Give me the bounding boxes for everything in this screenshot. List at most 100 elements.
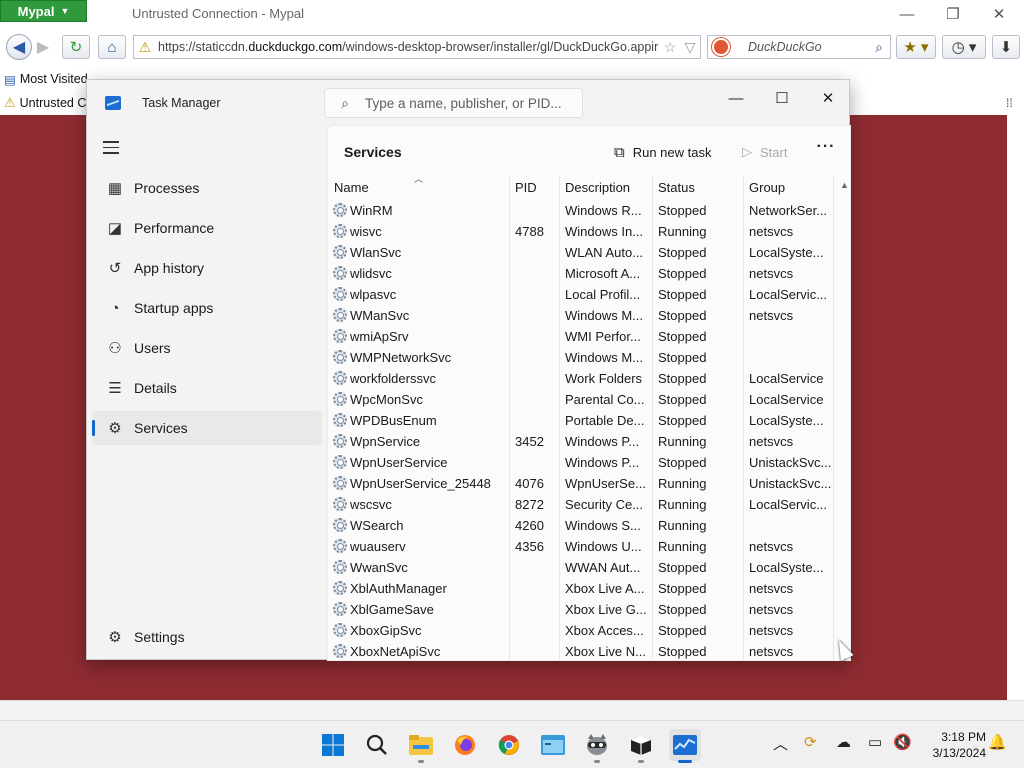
windows-start-icon[interactable] (317, 729, 349, 761)
service-name: wuauserv (350, 539, 406, 554)
hamburger-menu-icon[interactable] (103, 141, 119, 155)
forward-button[interactable]: ▶ (34, 34, 52, 60)
column-header-group[interactable]: Group (743, 176, 834, 200)
search-bar[interactable]: DuckDuckGo ⌕ (707, 35, 891, 59)
service-pid (509, 452, 559, 473)
table-row[interactable]: WinRM Windows R... Stopped NetworkSer... (328, 200, 834, 221)
nav-startup-apps-label: Startup apps (134, 300, 214, 316)
history-clock-icon: ↺ (108, 260, 122, 277)
display-icon[interactable]: ▭ (868, 733, 882, 751)
nav-settings[interactable]: ⚙ Settings (92, 620, 322, 654)
service-description: Windows In... (565, 224, 644, 239)
column-header-pid[interactable]: PID (509, 176, 559, 200)
task-manager-search[interactable]: ⌕ (324, 88, 583, 118)
nav-processes[interactable]: ▦ Processes (92, 171, 322, 205)
close-button[interactable]: ✕ (984, 4, 1014, 24)
bookmark-star-icon[interactable]: ☆ (660, 39, 680, 56)
start-service-button[interactable]: ▷ Start (742, 140, 787, 164)
clock[interactable]: 3:18 PM 3/13/2024 (916, 729, 986, 761)
raccoon-app-icon[interactable] (581, 729, 613, 763)
task-manager-icon[interactable] (669, 729, 701, 763)
nav-startup-apps[interactable]: ◔ Startup apps (92, 291, 322, 325)
table-row[interactable]: WPDBusEnum Portable De... Stopped LocalSyst… (328, 410, 834, 431)
table-row[interactable]: wlidsvc Microsoft A... Stopped netsvcs (328, 263, 834, 284)
tm-maximize-button[interactable]: ☐ (759, 84, 805, 112)
bookmark-most-visited[interactable]: Most Visited (20, 72, 88, 86)
nav-performance[interactable]: ◪ Performance (92, 211, 322, 245)
column-header-name[interactable]: Name (328, 176, 509, 200)
app-window-icon[interactable] (537, 729, 569, 761)
service-description: Microsoft A... (565, 266, 641, 281)
service-status: Running (658, 518, 707, 533)
table-scrollbar[interactable]: ▲ (836, 176, 850, 660)
table-row[interactable]: XboxNetApiSvc Xbox Live N... Stopped netsvc… (328, 641, 834, 660)
bookmarks-menu-button[interactable]: ★ ▾ (896, 35, 936, 59)
app-menu-button[interactable]: Mypal ▼ (0, 0, 87, 22)
service-group (743, 347, 834, 368)
tab-grid-icon[interactable]: ⁞⁞ (1006, 96, 1013, 110)
table-row[interactable]: XblAuthManager Xbox Live A... Stopped netsv… (328, 578, 834, 599)
minimize-button[interactable]: — (892, 4, 922, 24)
table-row[interactable]: WlanSvc WLAN Auto... Stopped LocalSyste... (328, 242, 834, 263)
table-header: ︿ Name PID Description Status Group (328, 174, 834, 200)
service-group: LocalServic... (749, 287, 828, 302)
run-new-task-button[interactable]: ⧉ Run new task (614, 140, 711, 164)
scroll-up-icon[interactable]: ▲ (840, 180, 849, 190)
table-row[interactable]: WMPNetworkSvc Windows M... Stopped (328, 347, 834, 368)
table-row[interactable]: wisvc 4788 Windows In... Running netsvcs (328, 221, 834, 242)
history-menu-button[interactable]: ◷ ▾ (942, 35, 986, 59)
table-row[interactable]: wmiApSrv WMI Perfor... Stopped (328, 326, 834, 347)
table-row[interactable]: WpnUserService Windows P... Stopped Unistac… (328, 452, 834, 473)
column-header-status[interactable]: Status (652, 176, 743, 200)
notification-bell-icon[interactable]: 🔔 (988, 733, 1007, 751)
search-icon[interactable] (361, 729, 393, 761)
table-row[interactable]: WManSvc Windows M... Stopped netsvcs (328, 305, 834, 326)
reload-button[interactable]: ↻ (62, 35, 90, 59)
table-row[interactable]: XblGameSave Xbox Live G... Stopped netsvcs (328, 599, 834, 620)
column-header-description[interactable]: Description (559, 176, 652, 200)
tm-close-button[interactable]: ✕ (805, 84, 851, 112)
page-scrollbar[interactable] (1007, 115, 1024, 700)
chrome-icon[interactable] (493, 729, 525, 761)
downloads-button[interactable]: ⬇ (992, 35, 1020, 59)
volume-muted-icon[interactable]: 🔇 (893, 733, 912, 751)
service-description: Portable De... (565, 413, 645, 428)
nav-users[interactable]: ⚇ Users (92, 331, 322, 365)
nav-services[interactable]: ⚙ Services (92, 411, 322, 445)
table-row[interactable]: wlpasvc Local Profil... Stopped LocalServic… (328, 284, 834, 305)
search-icon[interactable]: ⌕ (868, 39, 890, 56)
nav-app-history[interactable]: ↺ App history (92, 251, 322, 285)
table-row[interactable]: XboxGipSvc Xbox Acces... Stopped netsvcs (328, 620, 834, 641)
search-input[interactable] (365, 95, 575, 111)
browser-navbar: ◀ ▶ ↻ ⌂ ⚠ https://staticcdn.duckduckgo.c… (0, 32, 1024, 62)
table-row[interactable]: WpcMonSvc Parental Co... Stopped LocalServi… (328, 389, 834, 410)
table-row[interactable]: wuauserv 4356 Windows U... Running netsvcs (328, 536, 834, 557)
restore-button[interactable]: ❐ (938, 4, 968, 24)
service-group: netsvcs (749, 434, 794, 449)
service-pid: 4260 (515, 518, 544, 533)
service-pid (509, 326, 559, 347)
package-icon[interactable] (625, 729, 657, 763)
table-row[interactable]: WSearch 4260 Windows S... Running (328, 515, 834, 536)
tm-minimize-button[interactable]: — (713, 84, 759, 112)
url-dropdown-icon[interactable]: ▽ (680, 39, 700, 56)
nav-details[interactable]: ☰ Details (92, 371, 322, 405)
service-name: wlpasvc (350, 287, 397, 302)
cloud-offline-icon[interactable]: ☁ (836, 733, 851, 751)
firefox-icon[interactable] (449, 729, 481, 761)
update-icon[interactable]: ⟳ (804, 733, 817, 751)
more-options-button[interactable]: ··· (816, 138, 836, 162)
table-row[interactable]: workfolderssvc Work Folders Stopped LocalSe… (328, 368, 834, 389)
table-row[interactable]: WpnService 3452 Windows P... Running netsvcs (328, 431, 834, 452)
service-pid: 4076 (515, 476, 544, 491)
table-row[interactable]: WpnUserService_25448 4076 WpnUserSe... Runn… (328, 473, 834, 494)
chevron-up-icon[interactable]: ︿ (773, 733, 788, 754)
back-button[interactable]: ◀ (6, 34, 32, 60)
table-row[interactable]: WwanSvc WWAN Aut... Stopped LocalSyste... (328, 557, 834, 578)
service-group: UnistackSvc... (749, 455, 832, 470)
home-button[interactable]: ⌂ (98, 35, 126, 59)
file-explorer-icon[interactable] (405, 729, 437, 763)
table-row[interactable]: wscsvc 8272 Security Ce... Running LocalServ… (328, 494, 834, 515)
url-bar[interactable]: ⚠ https://staticcdn.duckduckgo.com/windo… (133, 35, 701, 59)
service-status: Stopped (658, 560, 707, 575)
